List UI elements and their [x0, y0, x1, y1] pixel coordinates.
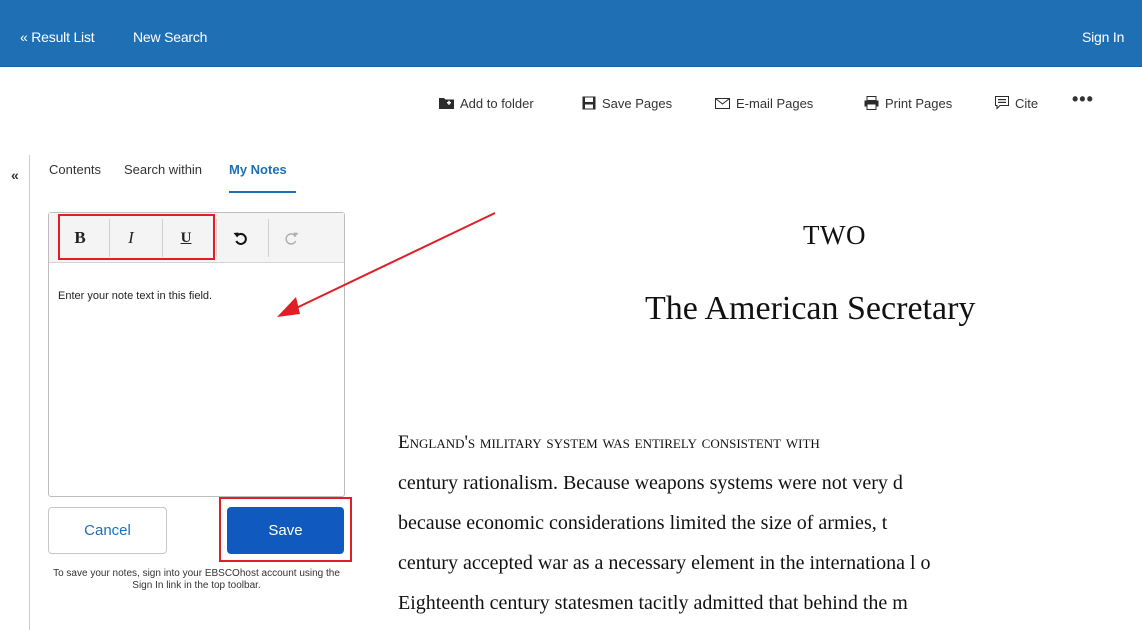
save-button[interactable]: Save — [227, 507, 344, 554]
document-body: England's military system was entirely c… — [398, 432, 1142, 630]
body-first-line: England's military system was entirely c… — [398, 432, 820, 453]
save-pages-button[interactable]: Save Pages — [582, 91, 672, 115]
toolbar-separator — [268, 219, 269, 257]
sign-in-link[interactable]: Sign In — [1082, 29, 1124, 45]
note-text-field[interactable]: Enter your note text in this field. — [58, 290, 212, 302]
cancel-button[interactable]: Cancel — [48, 507, 167, 554]
more-options-icon[interactable]: ••• — [1072, 90, 1094, 108]
body-line: because economic considerations limited … — [398, 512, 888, 534]
redo-button[interactable] — [277, 225, 307, 251]
email-pages-label: E-mail Pages — [736, 95, 814, 111]
print-pages-button[interactable]: Print Pages — [864, 91, 952, 115]
top-navigation-bar: « Result List New Search Sign In — [0, 0, 1142, 67]
add-to-folder-button[interactable]: Add to folder — [439, 91, 534, 115]
chapter-title: The American Secretary — [645, 290, 976, 327]
new-search-link[interactable]: New Search — [133, 29, 207, 45]
undo-button[interactable] — [225, 225, 255, 251]
printer-icon — [864, 96, 879, 110]
print-pages-label: Print Pages — [885, 95, 953, 111]
result-list-link[interactable]: « Result List — [20, 29, 95, 45]
active-tab-indicator — [229, 191, 296, 193]
format-buttons-highlight — [58, 214, 215, 260]
undo-icon — [233, 232, 247, 245]
redo-icon — [285, 232, 299, 245]
body-line: Eighteenth century statesmen tacitly adm… — [398, 592, 908, 614]
add-to-folder-label: Add to folder — [460, 95, 534, 111]
tab-my-notes[interactable]: My Notes — [229, 162, 287, 177]
tab-search-within[interactable]: Search within — [124, 162, 202, 177]
cite-label: Cite — [1015, 95, 1039, 111]
document-toolbar: Add to folder Save Pages E-mail Pages Pr… — [0, 91, 1142, 115]
email-pages-button[interactable]: E-mail Pages — [715, 91, 813, 115]
save-disk-icon — [582, 96, 596, 110]
sidebar-divider — [0, 155, 30, 630]
folder-add-icon — [439, 98, 454, 109]
body-line: century accepted war as a necessary elem… — [398, 552, 931, 574]
toolbar-separator — [216, 219, 217, 257]
collapse-sidebar-icon[interactable]: « — [11, 167, 19, 183]
save-pages-label: Save Pages — [602, 95, 673, 111]
cite-button[interactable]: Cite — [995, 91, 1038, 115]
tab-contents[interactable]: Contents — [49, 162, 101, 177]
cite-speech-icon — [995, 96, 1009, 110]
body-line: century rationalism. Because weapons sys… — [398, 472, 903, 494]
sign-in-help-text: To save your notes, sign into your EBSCO… — [53, 568, 340, 591]
envelope-icon — [715, 97, 730, 109]
chapter-number: TWO — [803, 220, 866, 250]
